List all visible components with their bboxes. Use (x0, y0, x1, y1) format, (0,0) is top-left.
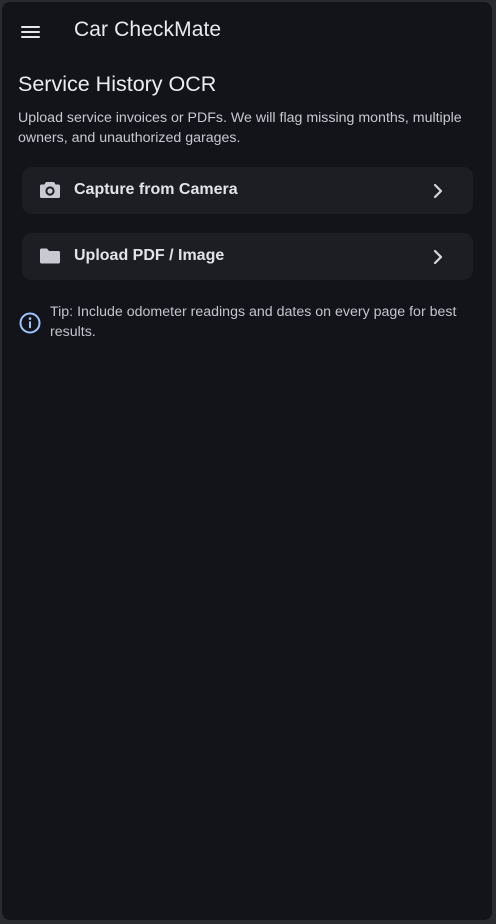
menu-icon (20, 25, 40, 39)
page-title: Service History OCR (18, 72, 217, 96)
chevron-right-icon (431, 249, 445, 265)
capture-from-camera-label: Capture from Camera (74, 181, 238, 198)
info-icon (18, 311, 42, 335)
folder-icon (39, 246, 61, 266)
app-bar: Car CheckMate (2, 2, 492, 62)
tip-text: Tip: Include odometer readings and dates… (50, 304, 457, 340)
upload-pdf-image-button[interactable]: Upload PDF / Image (22, 233, 473, 280)
menu-button[interactable] (15, 18, 45, 46)
upload-pdf-image-label: Upload PDF / Image (74, 247, 225, 264)
capture-from-camera-button[interactable]: Capture from Camera (22, 167, 473, 214)
camera-icon (39, 180, 61, 200)
chevron-right-icon (431, 183, 445, 199)
page-description: Upload service invoices or PDFs. We will… (18, 110, 462, 146)
app-frame: Car CheckMate Service History OCR Upload… (2, 2, 492, 920)
app-title: Car CheckMate (74, 18, 222, 41)
